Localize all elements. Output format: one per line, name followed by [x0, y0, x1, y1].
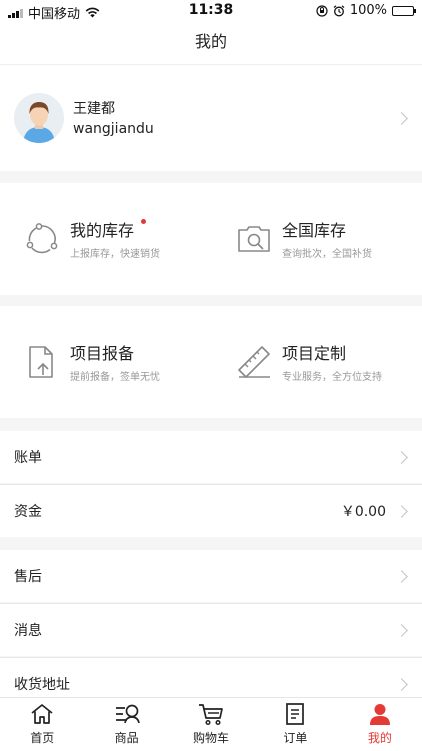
tab-mine[interactable]: 我的 [338, 698, 422, 751]
row-label: 消息 [14, 623, 42, 639]
tab-orders[interactable]: 订单 [253, 698, 337, 751]
tab-bar: 首页 商品 购物车 订单 我的 [0, 697, 422, 751]
tile-my-inventory[interactable]: 我的库存 上报库存，快速销货 [24, 209, 224, 279]
feature-card-bottom: 项目报备 提前报备，签单无忧 项目定制 专业服务，全方位支持 [0, 306, 422, 418]
orientation-lock-icon [316, 4, 328, 17]
chevron-right-icon [395, 451, 408, 464]
upload-doc-icon [29, 346, 53, 378]
tile-national-inventory[interactable]: 全国库存 查询批次，全国补货 [236, 209, 422, 279]
tab-products[interactable]: 商品 [84, 698, 168, 751]
recycle-icon [26, 223, 58, 254]
search-folder-icon [238, 226, 270, 252]
notification-dot [141, 219, 146, 224]
profile-card[interactable]: 王建都 wangjiandu [0, 65, 422, 171]
feature-card-top: 我的库存 上报库存，快速销货 全国库存 查询批次，全国补货 [0, 183, 422, 295]
person-icon [369, 704, 390, 725]
menu-row-funds[interactable]: 资金 ￥0.00 [0, 485, 422, 537]
ruler-icon [238, 346, 270, 378]
chevron-right-icon [395, 505, 408, 518]
tile-subtitle: 专业服务，全方位支持 [282, 372, 382, 383]
tab-cart[interactable]: 购物车 [169, 698, 253, 751]
menu-row-aftersale[interactable]: 售后 [0, 550, 422, 602]
funds-value: ￥0.00 [340, 504, 386, 520]
cart-icon [199, 704, 223, 726]
menu-row-bill[interactable]: 账单 [0, 431, 422, 483]
home-icon [31, 704, 53, 724]
alarm-icon [333, 4, 345, 16]
status-right: 100% [316, 3, 416, 18]
status-bar: 中国移动 11:38 100% [0, 0, 422, 22]
tab-label: 我的 [367, 731, 392, 745]
menu-row-messages[interactable]: 消息 [0, 604, 422, 656]
battery-percent: 100% [349, 3, 387, 18]
tab-home[interactable]: 首页 [0, 698, 84, 751]
row-label: 账单 [14, 450, 42, 466]
product-search-icon [115, 704, 140, 724]
tile-title: 我的库存 [70, 221, 135, 240]
tile-project-custom[interactable]: 项目定制 专业服务，全方位支持 [236, 332, 422, 402]
profile-username: wangjiandu [73, 121, 154, 137]
tile-title: 项目定制 [282, 344, 347, 363]
tile-subtitle: 查询批次，全国补货 [282, 249, 372, 260]
tile-title: 全国库存 [282, 221, 347, 240]
page-title: 我的 [0, 22, 422, 65]
row-label: 收货地址 [14, 677, 70, 693]
row-label: 资金 [14, 504, 42, 520]
tile-project-report[interactable]: 项目报备 提前报备，签单无忧 [24, 332, 224, 402]
profile-name: 王建都 [73, 101, 115, 117]
tile-subtitle: 上报库存，快速销货 [70, 249, 160, 260]
tab-label: 订单 [283, 731, 308, 745]
avatar-icon [14, 93, 64, 143]
battery-icon [392, 5, 416, 16]
row-label: 售后 [14, 569, 42, 585]
chevron-right-icon [395, 570, 408, 583]
chevron-right-icon [395, 678, 408, 691]
tile-subtitle: 提前报备，签单无忧 [70, 372, 160, 383]
order-icon [286, 703, 305, 725]
chevron-right-icon [395, 112, 408, 125]
avatar[interactable] [14, 93, 64, 143]
tab-label: 首页 [30, 731, 55, 745]
tab-label: 商品 [114, 731, 139, 745]
tab-label: 购物车 [193, 731, 230, 745]
tile-title: 项目报备 [70, 344, 135, 363]
chevron-right-icon [395, 624, 408, 637]
